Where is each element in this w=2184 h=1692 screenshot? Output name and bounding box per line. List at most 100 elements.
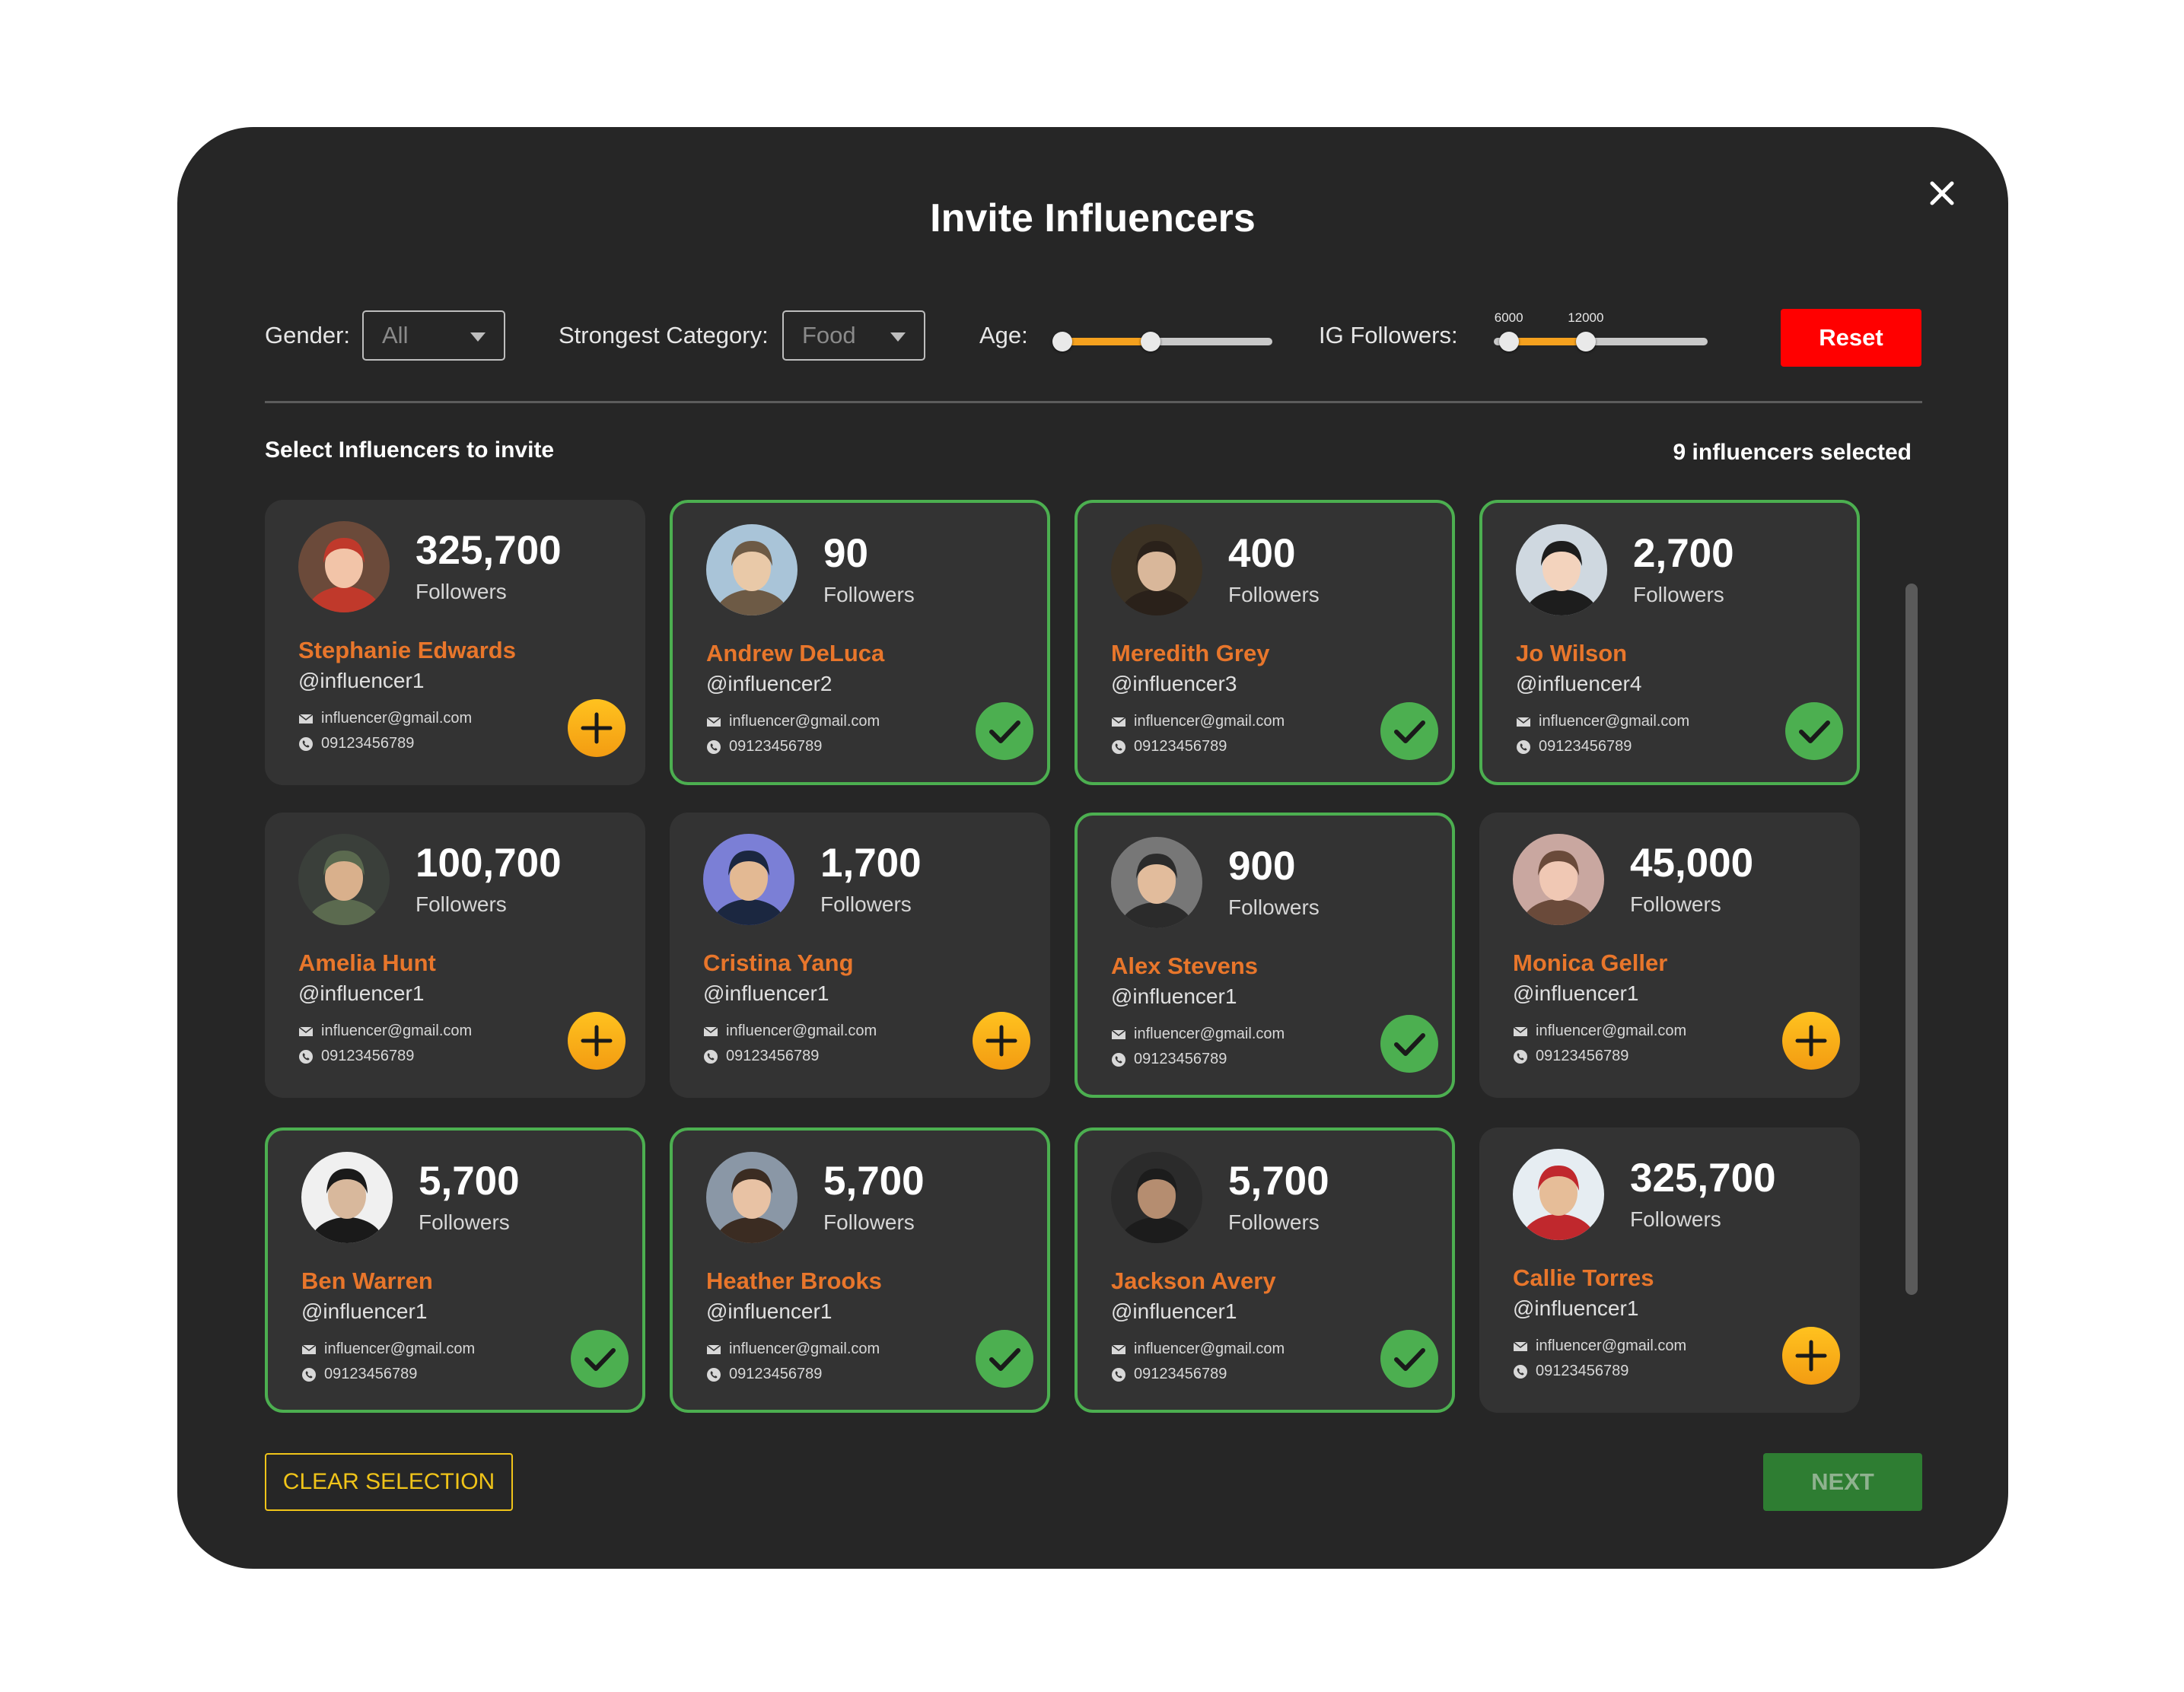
mail-icon [298,1026,314,1036]
influencer-name: Callie Torres [1513,1264,1654,1291]
add-influencer-button[interactable] [973,1012,1030,1070]
avatar [706,1152,798,1243]
influencer-name: Monica Geller [1513,949,1668,976]
email-text: influencer@gmail.com [1134,1341,1285,1357]
email-row: influencer@gmail.com [1513,1023,1686,1040]
influencer-card[interactable]: 400 Followers Meredith Grey @influencer3 inf… [1074,500,1455,785]
check-icon [1380,1015,1438,1073]
followers-count: 5,700 [1228,1159,1329,1204]
selected-check-button[interactable] [976,1330,1033,1388]
influencer-card[interactable]: 1,700 Followers Cristina Yang @influencer1 i… [670,813,1050,1098]
mail-icon [1516,716,1531,727]
mail-icon [301,1344,317,1354]
phone-text: 09123456789 [1536,1048,1629,1064]
avatar [1111,524,1202,615]
slider-min-handle[interactable] [1498,332,1519,351]
email-row: influencer@gmail.com [1111,713,1285,730]
selected-check-button[interactable] [1380,1330,1438,1388]
phone-row: 09123456789 [706,738,822,755]
followers-label: Followers [415,580,507,603]
add-influencer-button[interactable] [1782,1012,1840,1070]
phone-text: 09123456789 [1134,738,1227,755]
phone-row: 09123456789 [1513,1363,1628,1380]
email-text: influencer@gmail.com [1536,1023,1687,1039]
influencer-card[interactable]: 5,700 Followers Jackson Avery @influencer1 i… [1074,1127,1455,1413]
phone-text: 09123456789 [1536,1363,1629,1379]
chevron-down-icon [470,332,486,342]
selected-check-button[interactable] [1380,1015,1438,1073]
phone-icon [299,1049,313,1064]
selected-check-button[interactable] [976,702,1033,760]
influencer-card[interactable]: 325,700 Followers Callie Torres @influencer… [1479,1127,1860,1413]
slider-max-handle[interactable] [1575,332,1596,351]
clear-selection-button[interactable]: CLEAR SELECTION [265,1453,513,1511]
avatar [1111,837,1202,928]
divider [265,401,1922,403]
influencer-handle: @influencer1 [1111,1299,1237,1323]
phone-text: 09123456789 [1134,1051,1227,1067]
add-influencer-button[interactable] [1782,1327,1840,1385]
email-row: influencer@gmail.com [1111,1341,1285,1358]
influencer-handle: @influencer1 [1111,984,1237,1008]
next-button[interactable]: NEXT [1763,1453,1922,1511]
avatar [301,1152,393,1243]
phone-row: 09123456789 [1111,1366,1227,1383]
influencer-handle: @influencer1 [706,1299,833,1323]
followers-count: 5,700 [419,1159,520,1204]
influencer-handle: @influencer1 [298,981,425,1005]
plus-icon [973,1012,1030,1070]
scrollbar[interactable] [1905,584,1918,1295]
phone-icon [707,739,721,754]
phone-text: 09123456789 [321,1048,415,1064]
followers-label: Followers [823,1210,915,1234]
selected-check-button[interactable] [1785,702,1843,760]
followers-count: 100,700 [415,841,562,886]
add-influencer-button[interactable] [568,699,626,757]
influencer-card[interactable]: 900 Followers Alex Stevens @influencer1 infl… [1074,813,1455,1098]
check-icon [976,1330,1033,1388]
gender-select[interactable]: All [362,310,505,361]
phone-row: 09123456789 [1513,1048,1628,1065]
age-range-slider[interactable] [1052,318,1272,364]
email-text: influencer@gmail.com [1539,713,1690,730]
slider-min-value: 6000 [1494,310,1523,325]
followers-label: Followers [1633,583,1724,606]
influencer-name: Meredith Grey [1111,640,1270,666]
slider-max-handle[interactable] [1140,332,1160,351]
influencer-handle: @influencer3 [1111,672,1237,695]
influencer-card[interactable]: 45,000 Followers Monica Geller @influencer1… [1479,813,1860,1098]
add-influencer-button[interactable] [568,1012,626,1070]
influencer-handle: @influencer1 [1513,981,1639,1005]
selected-check-button[interactable] [1380,702,1438,760]
email-text: influencer@gmail.com [1134,713,1285,730]
phone-icon [302,1367,316,1382]
email-text: influencer@gmail.com [1134,1026,1285,1042]
phone-text: 09123456789 [1539,738,1632,755]
influencer-card[interactable]: 2,700 Followers Jo Wilson @influencer4 influ… [1479,500,1860,785]
avatar [1513,1149,1604,1240]
influencer-name: Amelia Hunt [298,949,436,976]
followers-count: 45,000 [1630,841,1754,886]
influencer-card[interactable]: 5,700 Followers Heather Brooks @influencer1… [670,1127,1050,1413]
phone-row: 09123456789 [706,1366,822,1383]
influencer-card[interactable]: 90 Followers Andrew DeLuca @influencer2 infl… [670,500,1050,785]
phone-icon [1112,1052,1125,1067]
influencer-card[interactable]: 5,700 Followers Ben Warren @influencer1 infl… [265,1127,645,1413]
category-select[interactable]: Food [782,310,925,361]
influencer-card[interactable]: 100,700 Followers Amelia Hunt @influencer1 i… [265,813,645,1098]
followers-label: Followers [1630,1207,1721,1231]
category-select-value: Food [802,322,856,348]
ig-followers-range-slider[interactable]: 6000 12000 [1494,310,1708,364]
slider-max-value: 12000 [1568,310,1604,325]
influencer-card[interactable]: 325,700 Followers Stephanie Edwards @influe… [265,500,645,785]
followers-count: 5,700 [823,1159,925,1204]
influencer-handle: @influencer2 [706,672,833,695]
mail-icon [1111,1029,1126,1039]
email-text: influencer@gmail.com [321,1023,473,1039]
slider-min-handle[interactable] [1052,332,1072,351]
phone-text: 09123456789 [726,1048,820,1064]
selected-check-button[interactable] [571,1330,629,1388]
mail-icon [298,713,314,724]
followers-label: Followers [419,1210,510,1234]
reset-button[interactable]: Reset [1781,309,1921,367]
